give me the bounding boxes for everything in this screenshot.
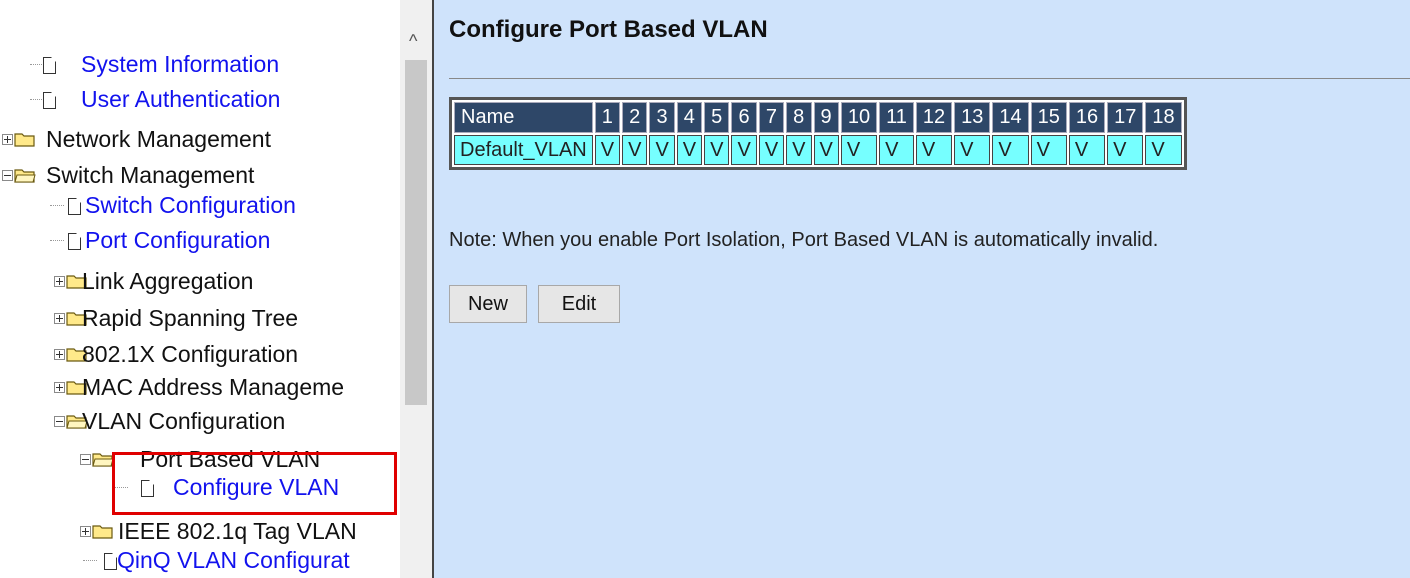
nav-label: MAC Address Manageme	[82, 374, 345, 400]
nav-8021x-configuration[interactable]: 802.1X Configuration	[30, 339, 400, 369]
port-member-cell: V	[840, 135, 878, 165]
port-member-cell: V	[1030, 135, 1067, 165]
port-member-cell: V	[786, 135, 812, 165]
column-header-port: 6	[731, 102, 757, 133]
nav-label: Switch Management	[46, 162, 255, 188]
column-header-port: 2	[622, 102, 648, 133]
nav-vlan-configuration[interactable]: VLAN Configuration	[30, 406, 400, 436]
vlan-table-body: Default_VLAN V V V V V V V V V V V V V V V V V V	[454, 135, 1182, 165]
collapse-minus-icon[interactable]	[80, 454, 91, 465]
nav-scrollbar[interactable]: ^	[400, 0, 432, 578]
nav-switch-management[interactable]: Switch Management	[0, 160, 400, 190]
port-member-cell: V	[758, 135, 785, 165]
expand-plus-icon[interactable]	[54, 313, 65, 324]
open-folder-icon	[92, 453, 114, 467]
expand-plus-icon[interactable]	[54, 276, 65, 287]
column-header-port: 3	[649, 102, 675, 133]
nav-system-information[interactable]: System Information	[20, 49, 400, 79]
port-member-cell: V	[992, 135, 1029, 165]
column-header-port: 10	[840, 102, 878, 133]
column-header-port: 16	[1068, 102, 1106, 133]
expand-plus-icon[interactable]	[80, 526, 91, 537]
panel-divider	[432, 0, 434, 578]
header-row: Name 1 2 3 4 5 6 7 8 9 10 11 12 13 14 15 16 17 18	[454, 102, 1182, 133]
column-header-port: 12	[915, 102, 953, 133]
nav-switch-configuration[interactable]: Switch Configuration	[40, 190, 400, 220]
nav-label: Switch Configuration	[85, 192, 296, 218]
document-icon	[104, 553, 117, 570]
port-member-cell: V	[649, 135, 675, 165]
vlan-table: Name 1 2 3 4 5 6 7 8 9 10 11 12 13 14 15 16 17 18 Default_…	[449, 97, 1187, 170]
column-header-port: 1	[594, 102, 621, 133]
column-header-port: 8	[786, 102, 812, 133]
nav-port-configuration[interactable]: Port Configuration	[40, 225, 400, 255]
column-header-port: 5	[704, 102, 730, 133]
scrollbar-thumb[interactable]	[405, 60, 427, 405]
column-header-name: Name	[454, 102, 593, 133]
column-header-port: 17	[1107, 102, 1144, 133]
navigation-panel: System Information User Authentication N…	[0, 0, 432, 578]
column-header-port: 18	[1145, 102, 1182, 133]
port-member-cell: V	[813, 135, 839, 165]
port-member-cell: V	[915, 135, 953, 165]
port-member-cell: V	[879, 135, 914, 165]
edit-button[interactable]: Edit	[538, 285, 620, 323]
port-member-cell: V	[1068, 135, 1106, 165]
nav-label: VLAN Configuration	[82, 408, 286, 434]
note-text: Note: When you enable Port Isolation, Po…	[449, 229, 1159, 251]
expand-plus-icon[interactable]	[54, 382, 65, 393]
nav-rapid-spanning-tree[interactable]: Rapid Spanning Tree	[30, 303, 400, 333]
port-member-cell: V	[622, 135, 648, 165]
nav-label: Rapid Spanning Tree	[82, 305, 299, 331]
nav-network-management[interactable]: Network Management	[0, 124, 400, 154]
port-member-cell: V	[704, 135, 730, 165]
column-header-port: 7	[758, 102, 785, 133]
column-header-port: 11	[879, 102, 914, 133]
folder-icon	[14, 133, 35, 147]
nav-ieee-8021q-tag-vlan[interactable]: IEEE 802.1q Tag VLAN	[58, 516, 400, 546]
nav-label: System Information	[81, 51, 280, 77]
table-row: Default_VLAN V V V V V V V V V V V V V V V V V V	[454, 135, 1182, 165]
column-header-port: 9	[813, 102, 839, 133]
document-icon	[68, 198, 81, 215]
nav-label: 802.1X Configuration	[82, 341, 299, 367]
port-member-cell: V	[1145, 135, 1182, 165]
chevron-up-icon[interactable]: ^	[409, 32, 417, 50]
open-folder-icon	[14, 169, 36, 183]
expand-plus-icon[interactable]	[54, 349, 65, 360]
port-member-cell: V	[1107, 135, 1144, 165]
nav-label: User Authentication	[81, 86, 281, 112]
nav-qinq-vlan-configuration[interactable]: QinQ VLAN Configurat	[78, 545, 400, 575]
port-member-cell: V	[676, 135, 703, 165]
document-icon	[43, 57, 56, 74]
collapse-minus-icon[interactable]	[54, 416, 65, 427]
column-header-port: 14	[992, 102, 1029, 133]
vlan-table-head: Name 1 2 3 4 5 6 7 8 9 10 11 12 13 14 15 16 17 18	[454, 102, 1182, 133]
column-header-port: 15	[1030, 102, 1067, 133]
nav-label: QinQ VLAN Configurat	[117, 547, 350, 573]
nav-link-aggregation[interactable]: Link Aggregation	[30, 266, 400, 296]
column-header-port: 4	[676, 102, 703, 133]
nav-label: Network Management	[46, 126, 271, 152]
highlight-box	[112, 452, 397, 515]
port-member-cell: V	[954, 135, 991, 165]
nav-mac-address-management[interactable]: MAC Address Manageme	[30, 372, 400, 402]
vlan-name-cell: Default_VLAN	[454, 135, 593, 165]
title-separator	[449, 78, 1410, 79]
page-title: Configure Port Based VLAN	[449, 16, 768, 43]
folder-icon	[92, 525, 113, 539]
column-header-port: 13	[954, 102, 991, 133]
port-member-cell: V	[594, 135, 621, 165]
nav-label: Port Configuration	[85, 227, 271, 253]
port-member-cell: V	[731, 135, 757, 165]
nav-label: Link Aggregation	[82, 268, 254, 294]
expand-plus-icon[interactable]	[2, 134, 13, 145]
collapse-minus-icon[interactable]	[2, 170, 13, 181]
document-icon	[68, 233, 81, 250]
nav-label: IEEE 802.1q Tag VLAN	[118, 518, 357, 544]
nav-user-authentication[interactable]: User Authentication	[20, 84, 400, 114]
new-button[interactable]: New	[449, 285, 527, 323]
document-icon	[43, 92, 56, 109]
